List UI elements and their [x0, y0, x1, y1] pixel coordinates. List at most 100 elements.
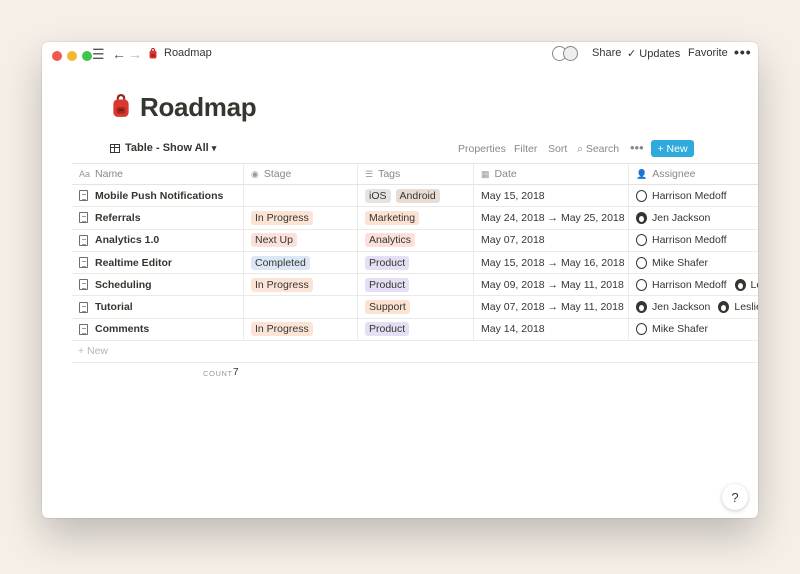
backpack-icon[interactable]: [110, 94, 132, 118]
cell-date[interactable]: May 07, 2018: [474, 229, 629, 251]
table-header-row: Aa Name ◉ Stage ☰ Tags ▦ Date 👤 Assignee: [72, 163, 758, 185]
sort-button[interactable]: Sort: [548, 143, 567, 155]
row-title[interactable]: Analytics 1.0: [95, 234, 159, 246]
avatar: [563, 46, 578, 61]
cell-name[interactable]: Referrals: [72, 207, 244, 229]
cell-date[interactable]: May 14, 2018: [474, 318, 629, 341]
properties-button[interactable]: Properties: [458, 143, 506, 155]
cell-name[interactable]: Tutorial: [72, 296, 244, 318]
cell-assignee[interactable]: Harrison Medoff Les: [629, 274, 758, 295]
filter-button[interactable]: Filter: [514, 143, 537, 155]
row-title[interactable]: Comments: [95, 323, 149, 335]
cell-assignee[interactable]: Mike Shafer: [629, 319, 758, 340]
cell-tags[interactable]: Analytics: [358, 229, 474, 251]
date-value: May 07, 2018: [481, 234, 545, 247]
cell-name[interactable]: Mobile Push Notifications: [72, 185, 244, 207]
cell-stage[interactable]: [244, 296, 358, 318]
search-icon: ⌕: [577, 143, 586, 155]
new-button[interactable]: + New: [651, 140, 694, 157]
maximize-window-button[interactable]: [82, 51, 92, 61]
collaborator-avatars[interactable]: [552, 45, 582, 63]
avatar: [636, 211, 647, 224]
minimize-window-button[interactable]: [67, 51, 77, 61]
forward-arrow-icon[interactable]: →: [128, 45, 142, 63]
cell-date[interactable]: May 09, 2018 → May 11, 2018: [474, 274, 629, 296]
cell-tags[interactable]: Product: [358, 251, 474, 274]
cell-assignee[interactable]: Jen Jackson: [629, 207, 758, 228]
cell-tags[interactable]: Support: [358, 296, 474, 318]
page-title[interactable]: Roadmap: [140, 92, 257, 123]
cell-date[interactable]: May 15, 2018: [474, 185, 629, 207]
assignee-name: Mike Shafer: [652, 323, 709, 336]
cell-assignee[interactable]: Jen Jackson Leslie: [629, 296, 758, 317]
page-icon: [79, 257, 88, 269]
more-options-icon[interactable]: •••: [734, 44, 752, 60]
avatar: [636, 323, 647, 336]
row-title[interactable]: Referrals: [95, 212, 141, 224]
cell-tags[interactable]: Product: [358, 318, 474, 341]
close-window-button[interactable]: [52, 51, 62, 61]
cell-stage[interactable]: Completed: [244, 251, 358, 274]
assignee: Leslie: [718, 301, 758, 314]
assignee-name: Mike Shafer: [652, 256, 709, 269]
cell-assignee[interactable]: Harrison Medoff: [629, 230, 758, 251]
table-row[interactable]: Mobile Push Notifications iOS Android May 1…: [72, 185, 758, 208]
cell-stage[interactable]: In Progress: [244, 274, 358, 296]
cell-stage[interactable]: [244, 185, 358, 207]
assignee-name: Harrison Medoff: [652, 189, 727, 202]
sidebar-menu-icon[interactable]: ☰: [92, 45, 105, 63]
add-new-row-button[interactable]: + New: [78, 345, 108, 357]
table-row[interactable]: Scheduling In Progress Product May 09, 2018…: [72, 274, 758, 297]
cell-assignee[interactable]: Harrison Medoff: [629, 185, 758, 206]
tag-pill: Marketing: [365, 210, 420, 225]
column-header-name[interactable]: Aa Name: [72, 164, 244, 184]
breadcrumb[interactable]: Roadmap: [164, 47, 212, 59]
text-property-icon: Aa: [79, 169, 91, 179]
stage-tag: Completed: [251, 255, 310, 270]
date-value: May 15, 2018: [481, 189, 545, 202]
cell-stage[interactable]: Next Up: [244, 229, 358, 251]
row-title[interactable]: Mobile Push Notifications: [95, 190, 223, 202]
table-row[interactable]: Tutorial Support May 07, 2018 → May 11, 20…: [72, 296, 758, 319]
cell-date[interactable]: May 24, 2018 → May 25, 2018: [474, 207, 629, 229]
view-more-icon[interactable]: •••: [630, 140, 644, 155]
cell-tags[interactable]: Marketing: [358, 207, 474, 229]
table-row[interactable]: Realtime Editor Completed Product May 15, 2…: [72, 251, 758, 275]
back-arrow-icon[interactable]: ←: [112, 45, 126, 63]
updates-button[interactable]: ✓ Updates: [627, 47, 680, 60]
help-button[interactable]: ?: [722, 484, 748, 510]
assignee: Mike Shafer: [636, 323, 709, 336]
tag-pill: Product: [365, 322, 410, 337]
cell-name[interactable]: Comments: [72, 318, 244, 341]
column-header-tags[interactable]: ☰ Tags: [358, 164, 474, 184]
cell-date[interactable]: May 07, 2018 → May 11, 2018: [474, 296, 629, 318]
cell-stage[interactable]: In Progress: [244, 318, 358, 341]
table-row[interactable]: Comments In Progress Product May 14, 2018 Mi…: [72, 318, 758, 342]
column-label: Stage: [263, 168, 292, 180]
assignee: Harrison Medoff: [636, 189, 727, 202]
date-value: May 14, 2018: [481, 323, 545, 336]
add-row[interactable]: + New: [72, 341, 758, 364]
column-header-assignee[interactable]: 👤 Assignee: [629, 164, 758, 184]
row-title[interactable]: Scheduling: [95, 279, 152, 291]
row-title[interactable]: Realtime Editor: [95, 257, 172, 269]
count-label: COUNT: [203, 369, 233, 378]
favorite-button[interactable]: Favorite: [688, 47, 728, 59]
cell-date[interactable]: May 15, 2018 → May 16, 2018: [474, 251, 629, 274]
cell-stage[interactable]: In Progress: [244, 207, 358, 229]
column-header-stage[interactable]: ◉ Stage: [244, 164, 358, 184]
table-row[interactable]: Analytics 1.0 Next Up Analytics May 07, 201…: [72, 229, 758, 252]
view-selector[interactable]: Table - Show All ▾: [110, 142, 216, 154]
cell-assignee[interactable]: Mike Shafer: [629, 252, 758, 273]
cell-name[interactable]: Analytics 1.0: [72, 229, 244, 251]
share-button[interactable]: Share: [592, 47, 621, 59]
row-title[interactable]: Tutorial: [95, 301, 133, 313]
cell-name[interactable]: Realtime Editor: [72, 251, 244, 274]
cell-tags[interactable]: Product: [358, 274, 474, 296]
table-row[interactable]: Referrals In Progress Marketing May 24, 201…: [72, 207, 758, 230]
search-button[interactable]: ⌕ Search: [577, 143, 619, 156]
cell-name[interactable]: Scheduling: [72, 274, 244, 296]
assignee-name: Leslie: [734, 301, 758, 314]
cell-tags[interactable]: iOS Android: [358, 185, 474, 207]
column-header-date[interactable]: ▦ Date: [474, 164, 629, 184]
